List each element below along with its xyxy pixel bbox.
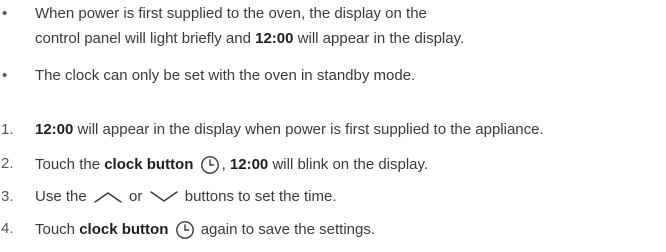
clock-icon	[200, 155, 220, 175]
step-text: 12:00 will appear in the display when po…	[35, 121, 544, 138]
step-number: 2.	[1, 155, 14, 172]
bullet-text: The clock can only be set with the oven …	[35, 67, 416, 84]
chevron-down-icon	[149, 190, 179, 204]
bullet-marker: •	[2, 5, 8, 22]
bullet-text: When power is first supplied to the oven…	[35, 5, 427, 22]
step-text: Use the or buttons to set the time.	[35, 188, 337, 205]
step-number: 1.	[1, 121, 14, 138]
chevron-up-icon	[93, 190, 123, 204]
clock-button-label: clock button	[79, 220, 169, 238]
time-value: 12:00	[229, 155, 269, 173]
clock-button-label: clock button	[104, 155, 194, 173]
time-value: 12:00	[35, 121, 74, 138]
bullet-marker: •	[2, 67, 8, 84]
step-text: Touch the clock button , 12:00 will blin…	[35, 155, 428, 175]
step-text: Touch clock button again to save the set…	[35, 220, 375, 240]
time-value: 12:00	[255, 30, 294, 47]
clock-icon	[175, 220, 195, 240]
bullet-text: control panel will light briefly and 12:…	[35, 30, 465, 47]
step-number: 3.	[1, 188, 14, 205]
step-number: 4.	[1, 220, 14, 237]
